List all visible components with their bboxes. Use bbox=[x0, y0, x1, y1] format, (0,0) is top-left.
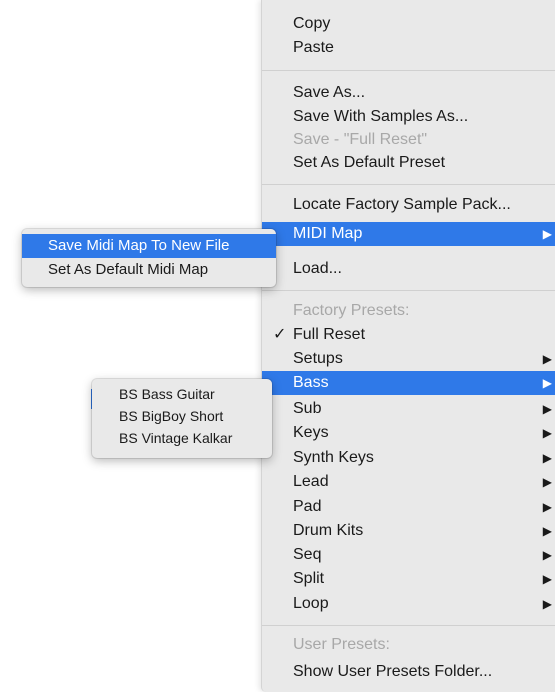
user-presets-header: User Presets: bbox=[293, 636, 390, 653]
menu-item-save-as[interactable]: Save As... bbox=[262, 81, 555, 105]
menu-separator bbox=[262, 625, 555, 626]
submenu-arrow-icon: ▶ bbox=[542, 227, 552, 241]
menu-item-pad[interactable]: Pad ▶ bbox=[262, 495, 555, 519]
menu-item-bs-bass-guitar[interactable]: BS Bass Guitar bbox=[92, 384, 272, 405]
submenu-arrow-icon: ▶ bbox=[542, 402, 552, 416]
factory-presets-header: Factory Presets: bbox=[293, 302, 410, 319]
menu-item-label: Pad bbox=[293, 498, 322, 515]
menu-item-bass[interactable]: Bass ▶ bbox=[262, 371, 555, 395]
menu-item-bs-bigboy-short[interactable]: BS BigBoy Short bbox=[92, 406, 272, 427]
checkmark-icon: ✓ bbox=[273, 326, 287, 343]
menu-item-locate-factory-sample-pack[interactable]: Locate Factory Sample Pack... bbox=[262, 193, 555, 217]
menu-separator bbox=[262, 184, 555, 185]
menu-item-label: Bass bbox=[293, 374, 329, 391]
menu-item-label: Setups bbox=[293, 350, 343, 367]
submenu-arrow-icon: ▶ bbox=[542, 500, 552, 514]
menu-item-label: Sub bbox=[293, 400, 322, 417]
menu-item-keys[interactable]: Keys ▶ bbox=[262, 421, 555, 445]
menu-item-copy[interactable]: Copy bbox=[262, 12, 555, 36]
menu-item-synth-keys[interactable]: Synth Keys ▶ bbox=[262, 446, 555, 470]
menu-item-drum-kits[interactable]: Drum Kits ▶ bbox=[262, 519, 555, 543]
submenu-arrow-icon: ▶ bbox=[542, 451, 552, 465]
menu-item-save-full-reset: Save - "Full Reset" bbox=[293, 131, 428, 148]
menu-item-label: Synth Keys bbox=[293, 449, 374, 466]
menu-item-label: Drum Kits bbox=[293, 522, 364, 539]
menu-item-label: MIDI Map bbox=[293, 225, 363, 242]
menu-item-label: Loop bbox=[293, 595, 329, 612]
midi-map-submenu: Save Midi Map To New File Set As Default… bbox=[22, 229, 276, 287]
menu-item-split[interactable]: Split ▶ bbox=[262, 567, 555, 591]
submenu-arrow-icon: ▶ bbox=[542, 597, 552, 611]
menu-item-label: Full Reset bbox=[293, 326, 366, 343]
menu-item-loop[interactable]: Loop ▶ bbox=[262, 592, 555, 616]
context-menu: Copy Paste Save As... Save With Samples … bbox=[261, 0, 555, 692]
submenu-arrow-icon: ▶ bbox=[542, 524, 552, 538]
menu-item-full-reset[interactable]: ✓ Full Reset bbox=[262, 323, 555, 347]
submenu-arrow-icon: ▶ bbox=[542, 426, 552, 440]
submenu-arrow-icon: ▶ bbox=[542, 572, 552, 586]
menu-item-seq[interactable]: Seq ▶ bbox=[262, 543, 555, 567]
menu-item-save-midi-map[interactable]: Save Midi Map To New File bbox=[22, 234, 276, 258]
menu-item-midi-map[interactable]: MIDI Map ▶ bbox=[262, 222, 555, 246]
menu-item-setups[interactable]: Setups ▶ bbox=[262, 347, 555, 371]
menu-item-set-default-preset[interactable]: Set As Default Preset bbox=[262, 151, 555, 175]
submenu-arrow-icon: ▶ bbox=[542, 376, 552, 390]
menu-item-sub[interactable]: Sub ▶ bbox=[262, 397, 555, 421]
menu-item-label: Seq bbox=[293, 546, 322, 563]
bass-submenu: BS Bass Guitar BS BigBoy Short BS Vintag… bbox=[92, 379, 272, 458]
menu-item-bs-vintage-kalkar[interactable]: BS Vintage Kalkar bbox=[92, 428, 272, 449]
submenu-arrow-icon: ▶ bbox=[542, 475, 552, 489]
menu-item-lead[interactable]: Lead ▶ bbox=[262, 470, 555, 494]
menu-item-paste[interactable]: Paste bbox=[262, 36, 555, 60]
menu-separator bbox=[262, 290, 555, 291]
menu-item-label: Split bbox=[293, 570, 325, 587]
menu-separator bbox=[262, 70, 555, 71]
menu-item-load[interactable]: Load... bbox=[262, 257, 555, 281]
menu-item-show-user-presets-folder[interactable]: Show User Presets Folder... bbox=[262, 660, 555, 684]
menu-item-set-default-midi-map[interactable]: Set As Default Midi Map bbox=[22, 258, 276, 282]
menu-item-save-with-samples[interactable]: Save With Samples As... bbox=[262, 105, 555, 129]
submenu-arrow-icon: ▶ bbox=[542, 352, 552, 366]
submenu-arrow-icon: ▶ bbox=[542, 548, 552, 562]
menu-item-label: Lead bbox=[293, 473, 329, 490]
menu-item-label: Keys bbox=[293, 424, 329, 441]
